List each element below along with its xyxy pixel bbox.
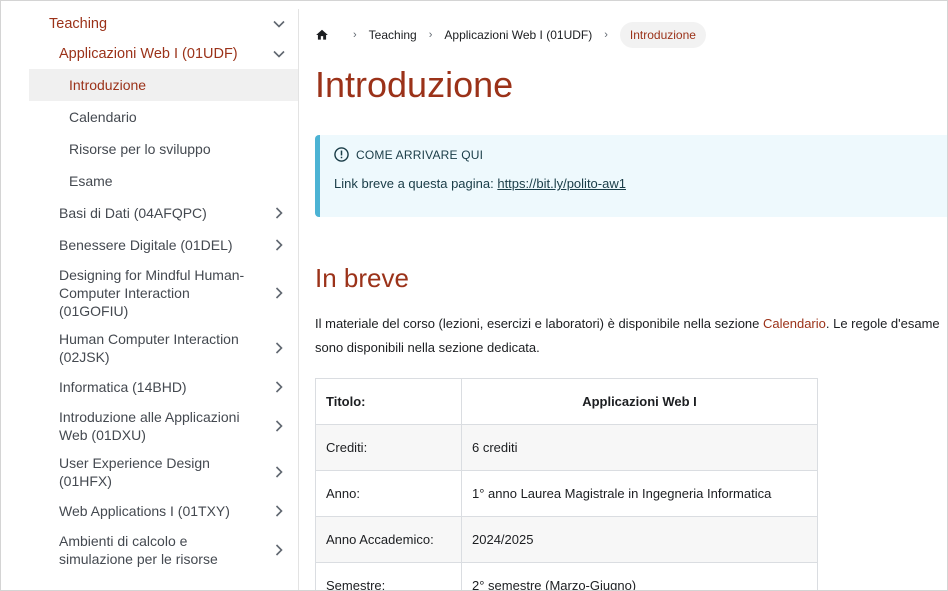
- sidebar-item-esame[interactable]: Esame: [29, 165, 298, 197]
- table-row: Crediti: 6 crediti: [315, 424, 818, 471]
- main-content: › Teaching › Applicazioni Web I (01UDF) …: [299, 9, 947, 590]
- sidebar-item-label: Human Computer Interaction (02JSK): [59, 331, 239, 365]
- sidebar-item-teaching[interactable]: Teaching: [29, 9, 298, 39]
- info-circle-icon: [334, 147, 349, 162]
- chevron-right-icon[interactable]: [270, 236, 288, 254]
- info-admonition: COME ARRIVARE QUI Link breve a questa pa…: [315, 135, 947, 217]
- sidebar-item-informatica-14bhd[interactable]: Informatica (14BHD): [29, 371, 298, 403]
- chevron-right-icon[interactable]: [270, 378, 288, 396]
- sidebar-item-label: Esame: [69, 173, 113, 189]
- table-row: Anno: 1° anno Laurea Magistrale in Ingeg…: [315, 470, 818, 517]
- table-cell-key: Crediti:: [315, 424, 462, 471]
- chevron-down-icon[interactable]: [270, 45, 288, 63]
- chevron-right-icon[interactable]: [270, 502, 288, 520]
- sidebar-item-introduzione[interactable]: Introduzione: [29, 69, 298, 101]
- page-title: Introduzione: [315, 64, 514, 105]
- sidebar-item-label: Ambienti di calcolo e simulazione per le…: [59, 533, 218, 567]
- chevron-right-icon[interactable]: [270, 463, 288, 481]
- breadcrumb-separator-icon: ›: [353, 29, 357, 41]
- admonition-heading-text: COME ARRIVARE QUI: [356, 147, 484, 162]
- sidebar: Teaching Applicazioni Web I (01UDF) Introd…: [29, 9, 299, 590]
- breadcrumb-separator-icon: ›: [604, 29, 608, 41]
- sidebar-item-user-experience-design-01hfx[interactable]: User Experience Design (01HFX): [29, 449, 298, 495]
- admonition-body: Link breve a questa pagina: https://bit.…: [334, 176, 941, 191]
- table-cell-key: Anno Accademico:: [315, 516, 462, 563]
- sidebar-item-calendario[interactable]: Calendario: [29, 101, 298, 133]
- table-row: Anno Accademico: 2024/2025: [315, 516, 818, 563]
- table-cell-key: Anno:: [315, 470, 462, 517]
- sidebar-item-label: Informatica (14BHD): [59, 379, 187, 395]
- table-header-row: Titolo: Applicazioni Web I: [315, 378, 818, 425]
- table-cell-key: Semestre:: [315, 562, 462, 590]
- chevron-right-icon[interactable]: [270, 417, 288, 435]
- paragraph-text: Il materiale del corso (lezioni, eserciz…: [315, 316, 763, 331]
- table-header-key: Titolo:: [315, 378, 462, 425]
- sidebar-item-risorse-per-lo-sviluppo[interactable]: Risorse per lo sviluppo: [29, 133, 298, 165]
- sidebar-item-label: Applicazioni Web I (01UDF): [59, 46, 238, 62]
- sidebar-item-label: Risorse per lo sviluppo: [69, 141, 211, 157]
- table-row: Semestre: 2° semestre (Marzo-Giugno): [315, 562, 818, 590]
- sidebar-item-label: Benessere Digitale (01DEL): [59, 237, 233, 253]
- intro-paragraph: Il materiale del corso (lezioni, eserciz…: [315, 312, 945, 360]
- sidebar-item-applicazioni-web-i-01udf[interactable]: Applicazioni Web I (01UDF): [29, 39, 298, 69]
- sidebar-item-basi-di-dati-04afqpc[interactable]: Basi di Dati (04AFQPC): [29, 197, 298, 229]
- chevron-right-icon[interactable]: [270, 339, 288, 357]
- sidebar-item-web-applications-i-01txy[interactable]: Web Applications I (01TXY): [29, 495, 298, 527]
- chevron-right-icon[interactable]: [270, 204, 288, 222]
- sidebar-item-label: Teaching: [49, 16, 108, 32]
- chevron-right-icon[interactable]: [270, 284, 288, 302]
- chevron-right-icon[interactable]: [270, 541, 288, 559]
- sidebar-item-label: Introduzione: [69, 77, 147, 93]
- sidebar-item-label: Designing for Mindful Human-Computer Int…: [59, 267, 245, 319]
- sidebar-item-benessere-digitale-01del[interactable]: Benessere Digitale (01DEL): [29, 229, 298, 261]
- breadcrumb-item-teaching[interactable]: Teaching: [369, 28, 417, 42]
- sidebar-item-introduzione-alle-applicazioni-web-01dxu[interactable]: Introduzione alle Applicazioni Web (01DX…: [29, 403, 298, 449]
- home-icon[interactable]: [315, 28, 329, 42]
- sidebar-item-ambienti-di-calcolo-e-simulazione-per-le-risorse[interactable]: Ambienti di calcolo e simulazione per le…: [29, 527, 298, 573]
- calendario-link[interactable]: Calendario: [763, 316, 826, 331]
- sidebar-item-label: User Experience Design (01HFX): [59, 455, 210, 489]
- chevron-down-icon[interactable]: [270, 15, 288, 33]
- course-info-table: Titolo: Applicazioni Web I Crediti: 6 cr…: [315, 378, 818, 590]
- short-link[interactable]: https://bit.ly/polito-aw1: [497, 176, 626, 191]
- sidebar-item-label: Introduzione alle Applicazioni Web (01DX…: [59, 409, 240, 443]
- table-cell-value: 1° anno Laurea Magistrale in Ingegneria …: [461, 470, 818, 517]
- admonition-heading: COME ARRIVARE QUI: [334, 147, 941, 162]
- table-cell-value: 2024/2025: [461, 516, 818, 563]
- sidebar-item-label: Calendario: [69, 109, 137, 125]
- breadcrumb: › Teaching › Applicazioni Web I (01UDF) …: [315, 15, 947, 55]
- sidebar-item-label: Web Applications I (01TXY): [59, 503, 230, 519]
- browser-window: Teaching Applicazioni Web I (01UDF) Introd…: [0, 0, 948, 591]
- breadcrumb-item-course[interactable]: Applicazioni Web I (01UDF): [444, 28, 592, 42]
- table-cell-value: 2° semestre (Marzo-Giugno): [461, 562, 818, 590]
- sidebar-item-label: Basi di Dati (04AFQPC): [59, 205, 207, 221]
- section-title: In breve: [315, 263, 409, 293]
- sidebar-item-designing-for-mindful-human-computer-interaction-01gofiu[interactable]: Designing for Mindful Human-Computer Int…: [29, 261, 298, 325]
- admonition-text: Link breve a questa pagina:: [334, 176, 498, 191]
- breadcrumb-separator-icon: ›: [428, 29, 433, 41]
- table-cell-value: 6 crediti: [461, 424, 818, 471]
- table-header-value: Applicazioni Web I: [461, 378, 818, 425]
- sidebar-item-human-computer-interaction-02jsk[interactable]: Human Computer Interaction (02JSK): [29, 325, 298, 371]
- breadcrumb-item-current: Introduzione: [619, 22, 706, 48]
